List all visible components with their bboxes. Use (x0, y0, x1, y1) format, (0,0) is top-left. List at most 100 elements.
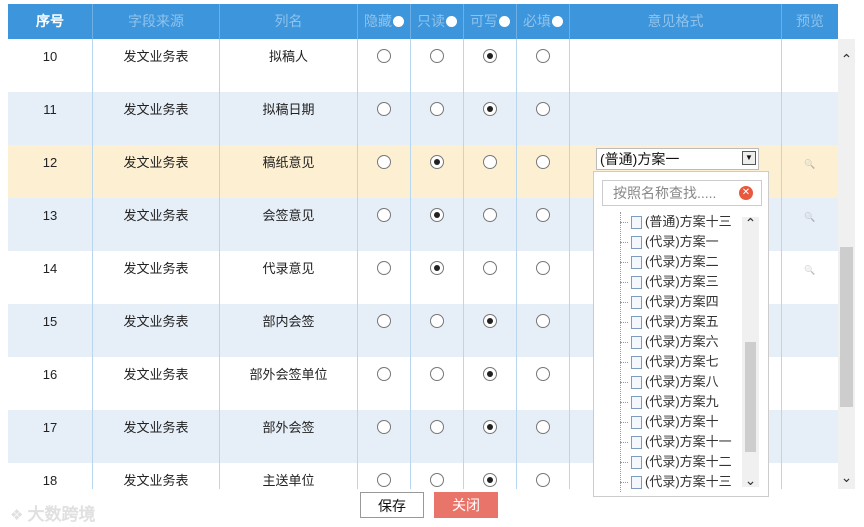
readonly-radio[interactable] (430, 49, 444, 64)
scheme-option[interactable]: (代录)方案十三 (620, 472, 732, 492)
radio-cell (464, 304, 517, 357)
scheme-option[interactable]: (代录)方案十一 (620, 432, 732, 452)
writable-radio[interactable] (483, 261, 497, 276)
required-radio[interactable] (536, 208, 550, 223)
scroll-up-icon[interactable]: ⌃ (838, 51, 855, 68)
hidden-radio[interactable] (377, 473, 391, 488)
hidden-radio[interactable] (377, 367, 391, 382)
document-icon (631, 216, 642, 230)
scheme-option[interactable]: (代录)方案三 (620, 272, 719, 292)
watermark-text: 大数跨境 (27, 505, 96, 524)
writable-radio[interactable] (483, 155, 497, 170)
scheme-option[interactable]: (代录)方案七 (620, 352, 719, 372)
readonly-radio[interactable] (430, 314, 444, 329)
required-radio[interactable] (536, 420, 550, 435)
hidden-radio[interactable] (377, 261, 391, 276)
readonly-radio[interactable] (430, 473, 444, 488)
hidden-radio[interactable] (377, 208, 391, 223)
column-name-cell: 代录意见 (220, 251, 358, 304)
required-radio[interactable] (536, 102, 550, 117)
scheme-option-label: (代录)方案十三 (645, 474, 732, 489)
scheme-option[interactable]: (代录)方案四 (620, 292, 719, 312)
hidden-all-radio[interactable] (393, 16, 404, 27)
readonly-radio[interactable] (430, 102, 444, 117)
preview-search-icon[interactable]: 🔍 (804, 265, 815, 275)
required-radio[interactable] (536, 155, 550, 170)
tree-connector (620, 302, 628, 304)
preview-cell: 🔍 (782, 251, 838, 304)
close-button[interactable]: 关闭 (434, 492, 498, 518)
writable-radio[interactable] (483, 367, 497, 382)
opinion-format-select[interactable]: (普通)方案一 ▼ (596, 148, 759, 170)
required-radio[interactable] (536, 261, 550, 276)
hidden-radio[interactable] (377, 49, 391, 64)
scroll-down-icon[interactable]: ⌄ (838, 469, 855, 486)
readonly-radio[interactable] (430, 261, 444, 276)
document-icon (631, 296, 642, 310)
preview-search-icon[interactable]: 🔍 (804, 159, 815, 169)
hidden-radio[interactable] (377, 155, 391, 170)
dropdown-scroll-up-icon[interactable]: ⌃ (742, 215, 759, 232)
required-radio[interactable] (536, 367, 550, 382)
writable-radio[interactable] (483, 314, 497, 329)
required-radio[interactable] (536, 314, 550, 329)
writable-radio[interactable] (483, 420, 497, 435)
readonly-all-radio[interactable] (446, 16, 457, 27)
header-required-label: 必填 (523, 13, 551, 29)
writable-radio[interactable] (483, 49, 497, 64)
scrollbar-thumb[interactable] (840, 247, 853, 407)
radio-cell (464, 92, 517, 145)
watermark: ❖ 大数跨境 (10, 500, 95, 525)
field-source-cell: 发文业务表 (93, 251, 220, 304)
radio-cell (464, 357, 517, 410)
document-icon (631, 276, 642, 290)
tree-connector (620, 222, 628, 224)
radio-cell (411, 198, 464, 251)
dropdown-scroll-down-icon[interactable]: ⌄ (742, 472, 759, 489)
preview-search-icon[interactable]: 🔍 (804, 212, 815, 222)
scheme-option[interactable]: (代录)方案二 (620, 252, 719, 272)
dropdown-arrow-icon[interactable]: ▼ (742, 151, 756, 165)
radio-cell (464, 39, 517, 92)
required-all-radio[interactable] (552, 16, 563, 27)
radio-cell (358, 92, 411, 145)
scheme-search-input[interactable]: 按照名称查找..... ✕ (602, 180, 762, 206)
readonly-radio[interactable] (430, 208, 444, 223)
readonly-radio[interactable] (430, 420, 444, 435)
required-radio[interactable] (536, 473, 550, 488)
scheme-option[interactable]: (代录)方案十 (620, 412, 719, 432)
hidden-radio[interactable] (377, 102, 391, 117)
writable-all-radio[interactable] (499, 16, 510, 27)
dropdown-scrollbar[interactable]: ⌃ ⌄ (742, 215, 759, 489)
table-scrollbar[interactable]: ⌃ ⌄ (838, 39, 855, 489)
hidden-radio[interactable] (377, 420, 391, 435)
preview-cell (782, 92, 838, 145)
scheme-option[interactable]: (代录)方案九 (620, 392, 719, 412)
header-writable[interactable]: 可写 (464, 4, 517, 39)
document-icon (631, 316, 642, 330)
writable-radio[interactable] (483, 208, 497, 223)
radio-cell (517, 357, 570, 410)
header-readonly[interactable]: 只读 (411, 4, 464, 39)
readonly-radio[interactable] (430, 367, 444, 382)
hidden-radio[interactable] (377, 314, 391, 329)
scheme-option[interactable]: (代录)方案六 (620, 332, 719, 352)
readonly-radio[interactable] (430, 155, 444, 170)
radio-cell (464, 463, 517, 489)
scheme-option[interactable]: (普通)方案十三 (620, 212, 732, 232)
scheme-option[interactable]: (代录)方案五 (620, 312, 719, 332)
scheme-option[interactable]: (代录)方案十二 (620, 452, 732, 472)
header-required[interactable]: 必填 (517, 4, 570, 39)
scheme-option[interactable]: (代录)方案八 (620, 372, 719, 392)
preview-cell (782, 410, 838, 463)
radio-cell (517, 463, 570, 489)
required-radio[interactable] (536, 49, 550, 64)
scheme-option[interactable]: (代录)方案一 (620, 232, 719, 252)
header-hidden[interactable]: 隐藏 (358, 4, 411, 39)
save-button[interactable]: 保存 (360, 492, 424, 518)
writable-radio[interactable] (483, 473, 497, 488)
writable-radio[interactable] (483, 102, 497, 117)
dropdown-scrollbar-thumb[interactable] (745, 342, 756, 452)
clear-search-icon[interactable]: ✕ (739, 186, 753, 200)
column-name-cell: 部外会签 (220, 410, 358, 463)
